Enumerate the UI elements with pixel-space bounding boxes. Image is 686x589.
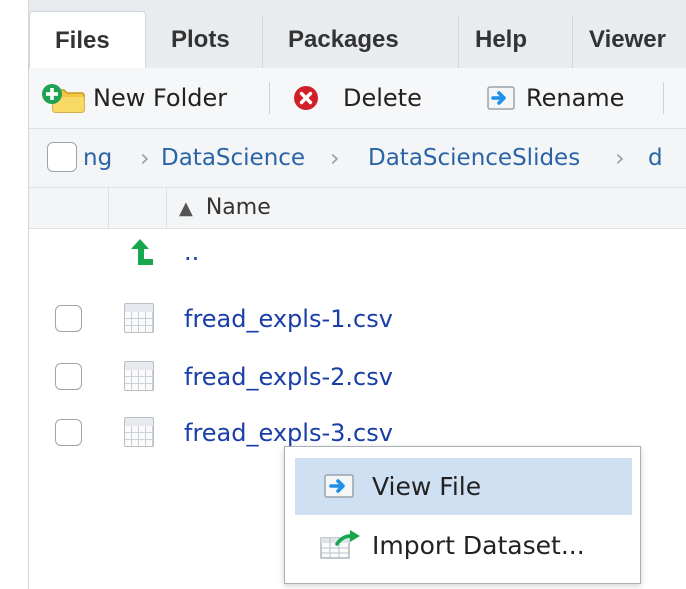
tab-plots[interactable]: Plots — [146, 11, 263, 68]
tab-label: Help — [475, 26, 528, 53]
menu-item-import-dataset[interactable]: Import Dataset... — [295, 517, 632, 574]
rename-button[interactable]: Rename — [485, 68, 624, 128]
file-context-menu: View File Import Dataset... — [284, 446, 641, 584]
file-row[interactable]: fread_expls-1.csv — [29, 290, 686, 348]
breadcrumb-separator: › — [615, 144, 625, 172]
new-folder-icon — [42, 84, 85, 113]
up-arrow-icon — [131, 239, 153, 265]
delete-button[interactable]: Delete — [293, 68, 422, 128]
tab-label: Plots — [171, 26, 230, 53]
tab-files[interactable]: Files — [29, 11, 146, 68]
file-list-header: ▲ Name — [29, 188, 686, 229]
rename-label: Rename — [526, 84, 625, 112]
file-name-link[interactable]: fread_expls-2.csv — [184, 348, 393, 406]
name-column-label: Name — [205, 195, 271, 220]
csv-file-icon — [124, 361, 154, 391]
parent-directory-row[interactable]: .. — [29, 229, 686, 287]
csv-file-icon — [124, 303, 154, 333]
tab-divider — [572, 16, 573, 68]
file-row[interactable]: fread_expls-2.csv — [29, 348, 686, 406]
menu-item-label: View File — [372, 472, 482, 501]
breadcrumb-separator: › — [140, 144, 150, 172]
tab-packages[interactable]: Packages — [263, 11, 459, 68]
toolbar-separator — [663, 82, 664, 114]
delete-label: Delete — [343, 84, 422, 112]
breadcrumb: ng › DataScience › DataScienceSlides › d — [29, 129, 686, 188]
import-dataset-icon — [320, 530, 360, 559]
tab-divider — [262, 16, 263, 68]
file-name-link[interactable]: fread_expls-1.csv — [184, 290, 393, 348]
csv-file-icon — [124, 417, 154, 447]
breadcrumb-item[interactable]: DataScience — [161, 129, 305, 187]
tab-viewer[interactable]: Viewer — [573, 11, 686, 68]
breadcrumb-item[interactable]: DataScienceSlides — [368, 129, 580, 187]
select-all-checkbox[interactable] — [47, 142, 77, 172]
parent-directory-link[interactable]: .. — [184, 223, 199, 281]
new-folder-button[interactable]: New Folder — [41, 68, 227, 128]
rename-icon — [487, 86, 515, 110]
delete-icon — [294, 86, 318, 110]
sort-ascending-icon: ▲ — [179, 198, 193, 219]
file-checkbox[interactable] — [55, 305, 82, 332]
breadcrumb-item[interactable]: d — [648, 129, 663, 187]
tab-bar: Files Plots Packages Help Viewer — [29, 0, 686, 69]
menu-item-view-file[interactable]: View File — [295, 458, 632, 515]
tab-label: Viewer — [589, 26, 666, 53]
tab-label: Files — [55, 27, 110, 54]
view-file-icon — [324, 474, 354, 498]
icon-column-header — [108, 188, 167, 228]
new-folder-label: New Folder — [93, 84, 228, 112]
tab-divider — [458, 16, 459, 68]
tab-label: Packages — [288, 26, 399, 53]
file-checkbox[interactable] — [55, 419, 82, 446]
tab-help[interactable]: Help — [459, 11, 573, 68]
tab-divider — [145, 16, 146, 68]
toolbar-separator — [269, 82, 270, 114]
checkbox-column-header — [29, 188, 109, 228]
breadcrumb-separator: › — [330, 144, 340, 172]
menu-item-label: Import Dataset... — [372, 531, 585, 560]
breadcrumb-item[interactable]: ng — [83, 129, 112, 187]
files-toolbar: New Folder Delete Rename — [29, 68, 686, 129]
file-checkbox[interactable] — [55, 363, 82, 390]
